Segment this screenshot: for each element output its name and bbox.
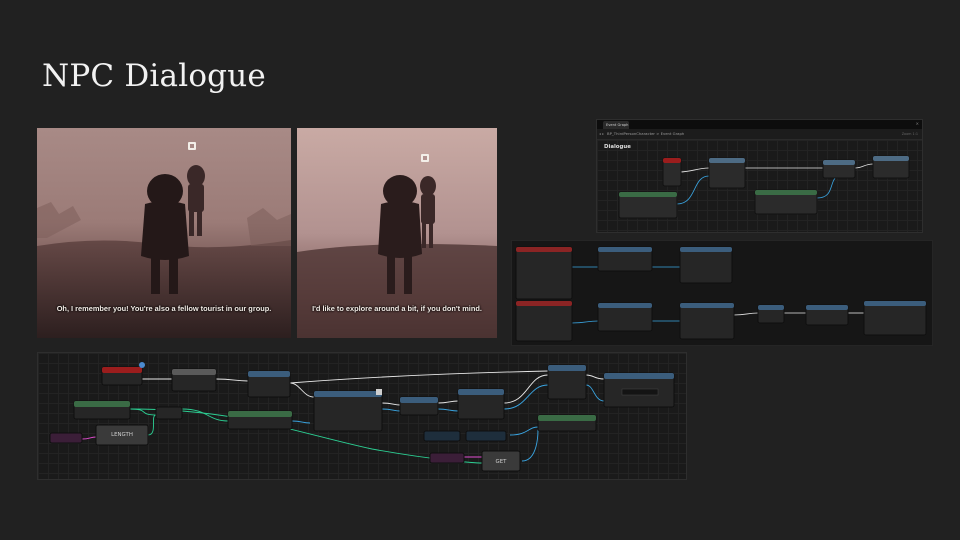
length-node[interactable]: LENGTH: [95, 424, 149, 446]
get-label: GET: [496, 459, 508, 465]
event-badge-icon: [139, 362, 145, 368]
set-visibility-node[interactable]: [603, 372, 675, 408]
array-variable-node[interactable]: [429, 452, 465, 464]
interaction-marker-icon: [188, 142, 196, 150]
cast-node[interactable]: [597, 302, 653, 332]
event-node[interactable]: [662, 157, 682, 187]
create-widget-node[interactable]: [313, 389, 383, 432]
custom-event-node[interactable]: [101, 362, 145, 386]
subtract-node[interactable]: [155, 406, 183, 420]
array-variable-node[interactable]: [49, 432, 83, 444]
widget-graph-panel[interactable]: [511, 240, 933, 346]
function-node[interactable]: [754, 189, 818, 215]
slide-title: NPC Dialogue: [42, 58, 266, 94]
function-node[interactable]: [679, 246, 733, 284]
event-graph-nodes: [618, 155, 910, 219]
variable-node[interactable]: [618, 191, 678, 219]
cast-node[interactable]: [597, 246, 653, 272]
function-node[interactable]: [708, 157, 746, 189]
set-node[interactable]: [247, 370, 291, 398]
widget-graph-nodes: [515, 246, 927, 342]
widget-badge-icon: [376, 389, 382, 395]
branch-node[interactable]: [171, 368, 217, 392]
function-node[interactable]: [863, 300, 927, 336]
variable-node[interactable]: [465, 430, 507, 442]
function-node[interactable]: [515, 300, 573, 342]
game-screenshot-1: Oh, I remember you! You're also a fellow…: [37, 128, 291, 338]
set-string-node[interactable]: [537, 414, 597, 432]
random-integer-node[interactable]: [73, 400, 131, 420]
event-graph-panel[interactable]: Event Graph × ◂ ▸ BP_ThirdPersonCharacte…: [596, 119, 923, 233]
main-graph-nodes: LENGTH GET: [49, 362, 675, 472]
length-label: LENGTH: [111, 432, 133, 438]
interaction-marker-icon: [421, 154, 429, 162]
function-node[interactable]: [872, 155, 910, 179]
game-screenshot-2: I'd like to explore around a bit, if you…: [297, 128, 497, 338]
dialogue-subtitle-1: Oh, I remember you! You're also a fellow…: [56, 304, 272, 313]
array-get-node[interactable]: GET: [481, 450, 521, 472]
delay-node[interactable]: [805, 304, 849, 326]
function-node[interactable]: [679, 302, 735, 340]
function-node[interactable]: [515, 246, 573, 300]
variable-node[interactable]: [423, 430, 461, 442]
main-graph-panel[interactable]: LENGTH GET: [37, 352, 687, 480]
function-node[interactable]: [822, 159, 856, 179]
add-to-viewport-node[interactable]: [457, 388, 505, 420]
get-player-controller-node[interactable]: [227, 410, 293, 430]
set-text-node[interactable]: [547, 364, 587, 400]
set-node[interactable]: [399, 396, 439, 416]
dialogue-subtitle-2: I'd like to explore around a bit, if you…: [312, 304, 482, 313]
function-node[interactable]: [757, 304, 785, 324]
